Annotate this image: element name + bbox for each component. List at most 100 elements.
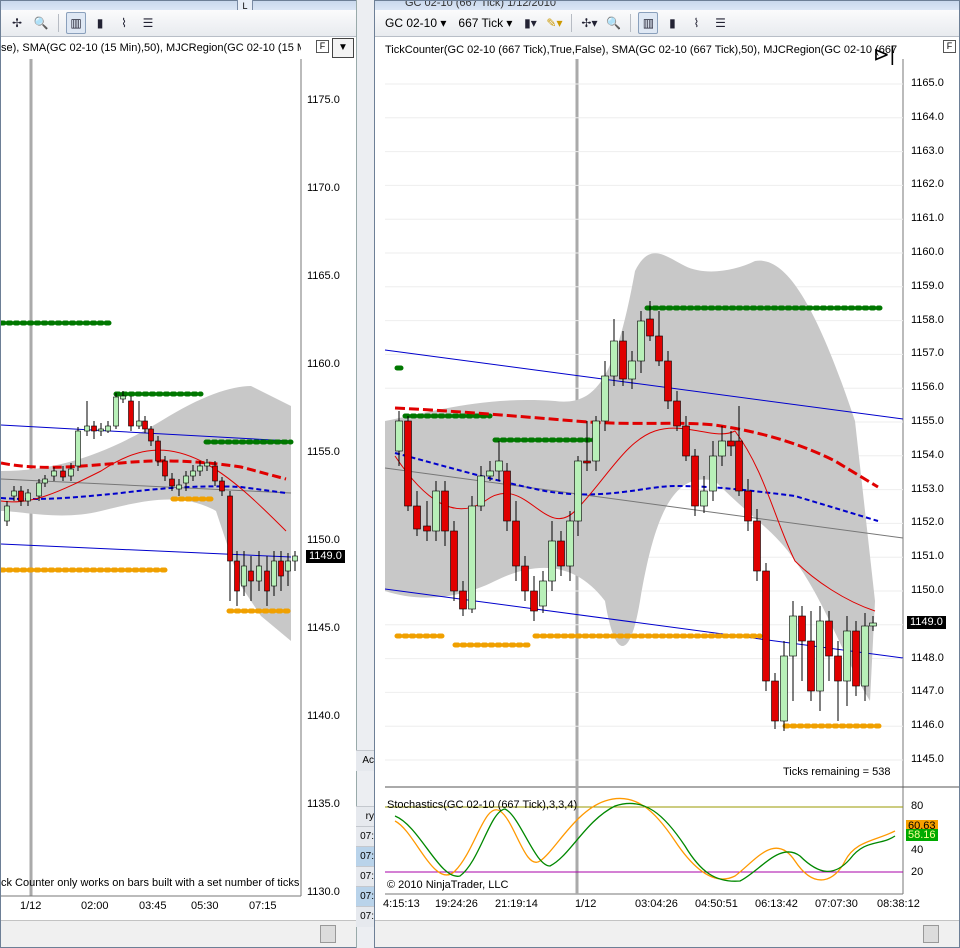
- time-tick-label: 19:24:26: [435, 898, 478, 910]
- left-horizontal-scrollbar[interactable]: [1, 920, 356, 947]
- background-row: 07:: [356, 826, 374, 847]
- bear-candle: [450, 530, 458, 592]
- price-tick-label: 1155.0: [307, 446, 340, 458]
- price-tick-label: 40: [911, 844, 924, 856]
- price-tick-label: 1163.0: [911, 144, 944, 157]
- bear-candle: [60, 470, 66, 478]
- footer-note: ck Counter only works on bars built with…: [1, 877, 300, 889]
- bear-candle: [825, 620, 833, 657]
- bull-candle: [601, 375, 609, 422]
- bull-candle: [780, 655, 788, 722]
- price-tick-label: 1140.0: [307, 710, 340, 722]
- bear-candle: [664, 360, 672, 402]
- bull-candle: [628, 360, 636, 380]
- bear-candle: [655, 335, 663, 362]
- bear-candle: [212, 465, 218, 482]
- bull-candle: [183, 475, 189, 484]
- background-row: 07:: [356, 906, 374, 927]
- bear-candle: [162, 460, 168, 477]
- bear-candle: [142, 420, 148, 430]
- current-price-label: 1149.0: [306, 550, 345, 563]
- bull-candle: [176, 484, 182, 490]
- bull-candle: [477, 475, 485, 507]
- bull-candle: [718, 440, 726, 457]
- right-horizontal-scrollbar[interactable]: [375, 920, 959, 947]
- background-row: 07:: [356, 866, 374, 887]
- bull-candle: [120, 395, 126, 400]
- left-price-chart[interactable]: [1, 1, 356, 919]
- time-tick-label: 06:13:42: [755, 898, 798, 910]
- bull-candle: [241, 565, 247, 587]
- time-tick-label: 02:00: [81, 900, 109, 912]
- price-tick-label: 1153.0: [911, 482, 944, 495]
- bull-candle: [574, 460, 582, 522]
- price-tick-label: 1130.0: [307, 886, 340, 898]
- bull-candle: [204, 462, 210, 467]
- bull-candle: [709, 455, 717, 492]
- price-tick-label: 80: [911, 800, 924, 812]
- bull-candle: [592, 420, 600, 462]
- time-tick-label: 07:07:30: [815, 898, 858, 910]
- background-row: ry: [356, 806, 374, 827]
- bull-candle: [843, 630, 851, 682]
- time-tick-label: 1/12: [575, 898, 597, 910]
- bear-candle: [834, 655, 842, 682]
- scrollbar-thumb[interactable]: [320, 925, 336, 943]
- bear-candle: [91, 425, 97, 432]
- background-tab[interactable]: Ac: [356, 750, 374, 771]
- bear-candle: [18, 490, 24, 502]
- price-tick-label: 1154.0: [911, 448, 944, 461]
- bear-candle: [735, 440, 743, 492]
- stoch-d-line: [394, 802, 896, 882]
- price-tick-label: 1150.0: [911, 584, 944, 596]
- bull-candle: [36, 482, 42, 497]
- bear-candle: [691, 455, 699, 507]
- price-tick-label: 1165.0: [307, 270, 340, 282]
- bull-candle: [486, 470, 494, 477]
- time-tick-label: 21:19:14: [495, 898, 538, 910]
- bull-candle: [68, 468, 74, 477]
- price-tick-label: 1145.0: [911, 753, 944, 765]
- bear-candle: [557, 540, 565, 567]
- bear-candle: [852, 630, 860, 687]
- bear-candle: [234, 560, 240, 592]
- bull-candle: [816, 620, 824, 692]
- bull-candle: [75, 430, 81, 467]
- bull-candle: [136, 420, 142, 427]
- bear-candle: [404, 420, 412, 507]
- bear-candle: [248, 570, 254, 582]
- bear-candle: [807, 640, 815, 692]
- bear-candle: [128, 400, 134, 427]
- bear-candle: [264, 570, 270, 592]
- time-tick-label: 1/12: [20, 900, 42, 912]
- time-tick-label: 4:15:13: [383, 898, 420, 910]
- time-tick-label: 03:45: [139, 900, 167, 912]
- bear-candle: [583, 460, 591, 464]
- bear-candle: [441, 490, 449, 532]
- bull-candle: [468, 505, 476, 610]
- price-tick-label: 1146.0: [911, 719, 944, 732]
- bull-candle: [256, 565, 262, 582]
- time-tick-label: 03:04:26: [635, 898, 678, 910]
- bear-candle: [682, 425, 690, 457]
- bear-candle: [798, 615, 806, 642]
- copyright-label: © 2010 NinjaTrader, LLC: [387, 879, 509, 891]
- bull-candle: [25, 492, 31, 502]
- bear-candle: [762, 570, 770, 682]
- price-tick-label: 1162.0: [911, 178, 944, 191]
- price-tick-label: 1148.0: [911, 651, 944, 664]
- bear-candle: [278, 560, 284, 577]
- price-tick-label: 20: [911, 866, 924, 878]
- bear-candle: [155, 440, 161, 462]
- ticks-remaining-label: Ticks remaining = 538: [783, 766, 891, 778]
- bull-candle: [98, 428, 104, 432]
- bear-candle: [727, 440, 735, 447]
- price-tick-label: 1152.0: [911, 516, 944, 529]
- bull-candle: [610, 340, 618, 377]
- current-price-label: 1149.0: [907, 616, 946, 629]
- bull-candle: [432, 490, 440, 532]
- bull-candle: [395, 420, 403, 452]
- price-tick-label: 1159.0: [911, 279, 944, 292]
- right-price-chart[interactable]: [375, 1, 959, 919]
- scrollbar-thumb[interactable]: [923, 925, 939, 943]
